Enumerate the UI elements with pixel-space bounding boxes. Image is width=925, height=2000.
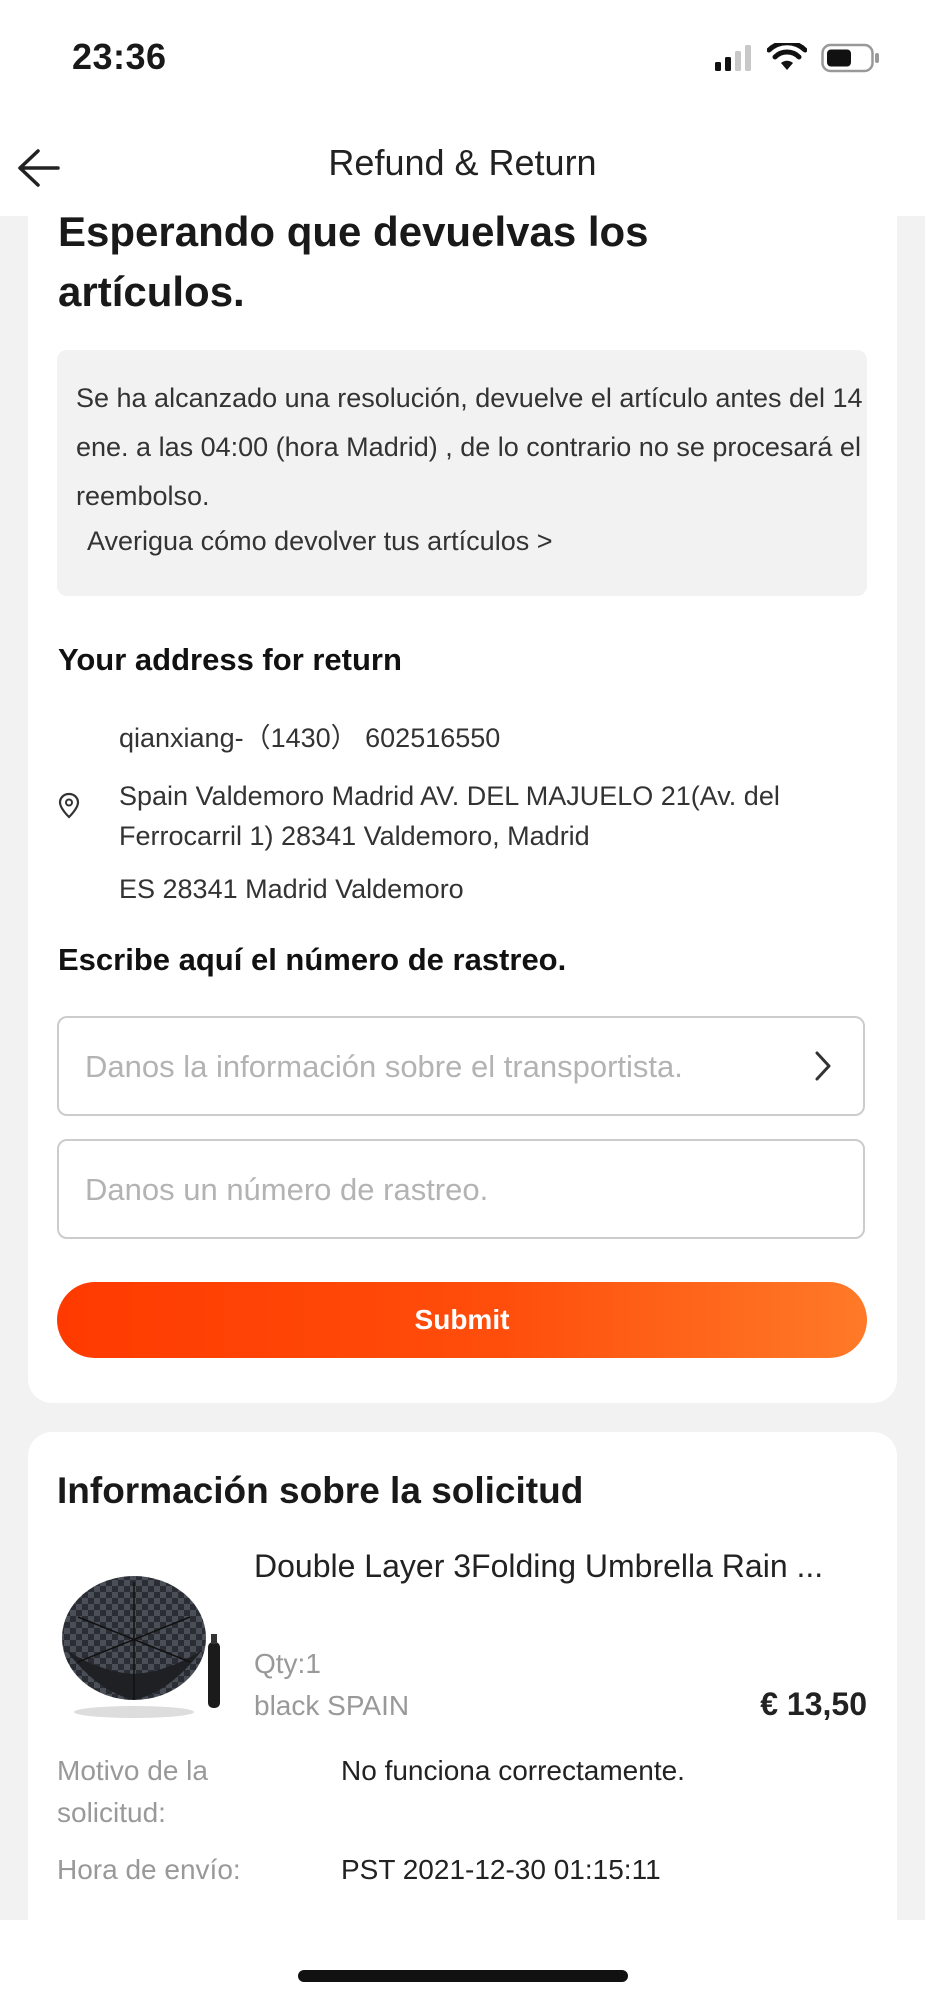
submit-button[interactable]: Submit [57, 1282, 867, 1358]
return-status-card: Esperando que devuelvas los artículos. S… [28, 208, 897, 1403]
tracking-number-field[interactable] [57, 1139, 865, 1239]
reason-value: No funciona correctamente. [341, 1755, 685, 1786]
tracking-heading: Escribe aquí el número de rastreo. [58, 942, 567, 977]
address-region: ES 28341 Madrid Valdemoro [119, 874, 464, 904]
status-bar: 23:36 [0, 0, 925, 120]
carrier-input[interactable] [83, 1018, 787, 1116]
reason-label: Motivo de la solicitud: [57, 1755, 208, 1828]
return-address-heading: Your address for return [58, 642, 402, 677]
battery-icon [821, 43, 879, 73]
shipping-time-value: PST 2021-12-30 01:15:11 [341, 1854, 661, 1885]
shipping-time-label: Hora de envío: [57, 1854, 241, 1885]
product-name[interactable]: Double Layer 3Folding Umbrella Rain ... [254, 1548, 864, 1585]
location-pin-icon [58, 792, 80, 819]
address-contact: qianxiang-（1430） 602516550 [119, 723, 501, 753]
wifi-icon [767, 43, 807, 70]
request-info-title: Información sobre la solicitud [57, 1470, 584, 1511]
home-indicator[interactable] [298, 1970, 628, 1982]
bottom-safe-area [0, 1920, 925, 2000]
request-info-card: Información sobre la solicitud Double La… [28, 1432, 897, 1920]
status-icons [713, 40, 881, 76]
tracking-number-input[interactable] [83, 1141, 787, 1239]
chevron-right-icon [815, 1051, 831, 1081]
status-heading: Esperando que devuelvas los artículos. [58, 208, 649, 315]
notice-text: Se ha alcanzado una resolución, devuelve… [76, 383, 863, 511]
product-image[interactable] [58, 1562, 228, 1732]
signal-icon [715, 45, 751, 71]
product-price: € 13,50 [760, 1686, 867, 1722]
carrier-select[interactable] [57, 1016, 865, 1116]
product-variant: black SPAIN [254, 1690, 410, 1721]
how-to-return-link[interactable]: Averigua cómo devolver tus artículos > [87, 526, 553, 557]
status-time: 23:36 [72, 36, 167, 77]
return-notice: Se ha alcanzado una resolución, devuelve… [57, 350, 867, 596]
address-street: Spain Valdemoro Madrid AV. DEL MAJUELO 2… [119, 781, 780, 851]
page-title: Refund & Return [328, 142, 597, 183]
product-qty: Qty:1 [254, 1648, 321, 1679]
